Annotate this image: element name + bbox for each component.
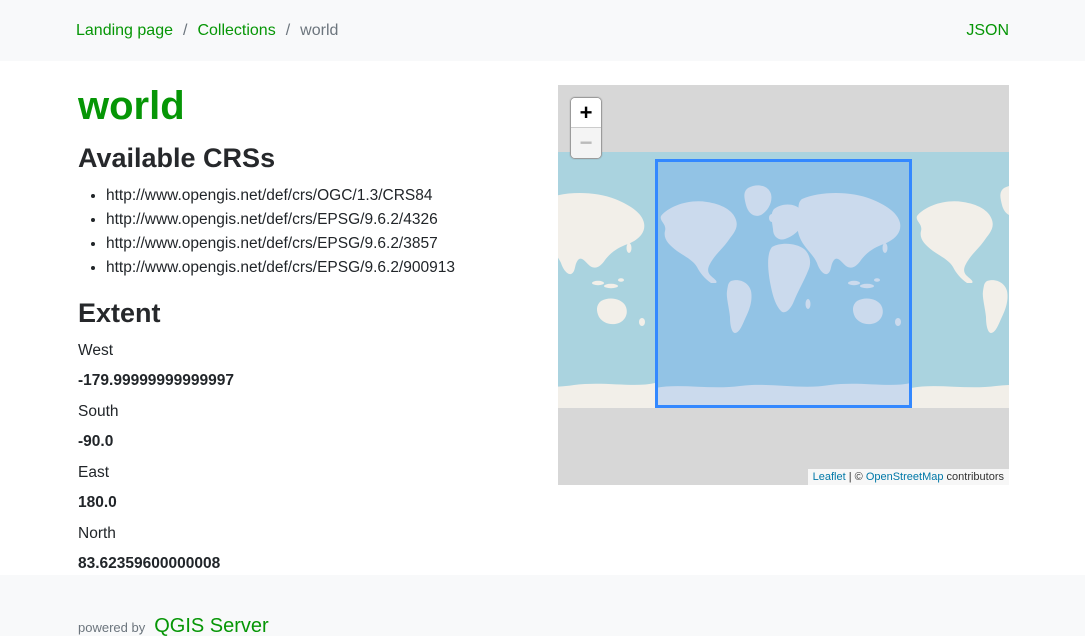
extent-east-value: 180.0 (78, 494, 534, 512)
extent-north-value: 83.62359600000008 (78, 555, 534, 573)
leaflet-map-viewport[interactable]: + − Leaflet | © OpenStreetMap contributo… (558, 85, 1009, 485)
crs-heading: Available CRSs (78, 143, 534, 174)
page-title: world (78, 83, 534, 129)
breadcrumb-separator: / (286, 22, 290, 40)
breadcrumb-collections[interactable]: Collections (197, 22, 275, 40)
crs-item: http://www.opengis.net/def/crs/EPSG/9.6.… (106, 256, 534, 280)
extent-bounding-box (655, 159, 912, 408)
zoom-out-button[interactable]: − (571, 128, 601, 158)
main-content: world Available CRSs http://www.opengis.… (0, 61, 1085, 575)
extent-south-label: South (78, 403, 534, 421)
crs-item: http://www.opengis.net/def/crs/EPSG/9.6.… (106, 232, 534, 256)
json-format-link[interactable]: JSON (966, 22, 1009, 40)
breadcrumb-separator: / (183, 22, 187, 40)
collection-details: world Available CRSs http://www.opengis.… (76, 61, 558, 575)
zoom-in-button[interactable]: + (571, 98, 601, 128)
map-column: + − Leaflet | © OpenStreetMap contributo… (558, 61, 1009, 575)
extent-north-label: North (78, 525, 534, 543)
powered-by-label: powered by (78, 620, 145, 635)
extent-south-value: -90.0 (78, 433, 534, 451)
openstreetmap-link[interactable]: OpenStreetMap (866, 471, 944, 483)
page-footer: powered by QGIS Server (0, 575, 1085, 636)
leaflet-link[interactable]: Leaflet (813, 471, 846, 483)
map-attribution: Leaflet | © OpenStreetMap contributors (808, 469, 1009, 485)
attribution-separator: | © (846, 471, 866, 483)
map-zoom-control: + − (570, 97, 602, 159)
crs-item: http://www.opengis.net/def/crs/EPSG/9.6.… (106, 208, 534, 232)
breadcrumb: Landing page / Collections / world (76, 22, 338, 40)
breadcrumb-landing-page[interactable]: Landing page (76, 22, 173, 40)
attribution-suffix: contributors (943, 471, 1004, 483)
breadcrumb-current-world: world (300, 22, 338, 40)
extent-heading: Extent (78, 298, 534, 329)
top-bar: Landing page / Collections / world JSON (0, 0, 1085, 61)
extent-east-label: East (78, 464, 534, 482)
extent-list: West -179.99999999999997 South -90.0 Eas… (78, 342, 534, 573)
crs-list: http://www.opengis.net/def/crs/OGC/1.3/C… (78, 184, 534, 280)
extent-west-label: West (78, 342, 534, 360)
extent-west-value: -179.99999999999997 (78, 372, 534, 390)
qgis-server-link[interactable]: QGIS Server (154, 615, 268, 638)
crs-item: http://www.opengis.net/def/crs/OGC/1.3/C… (106, 184, 534, 208)
